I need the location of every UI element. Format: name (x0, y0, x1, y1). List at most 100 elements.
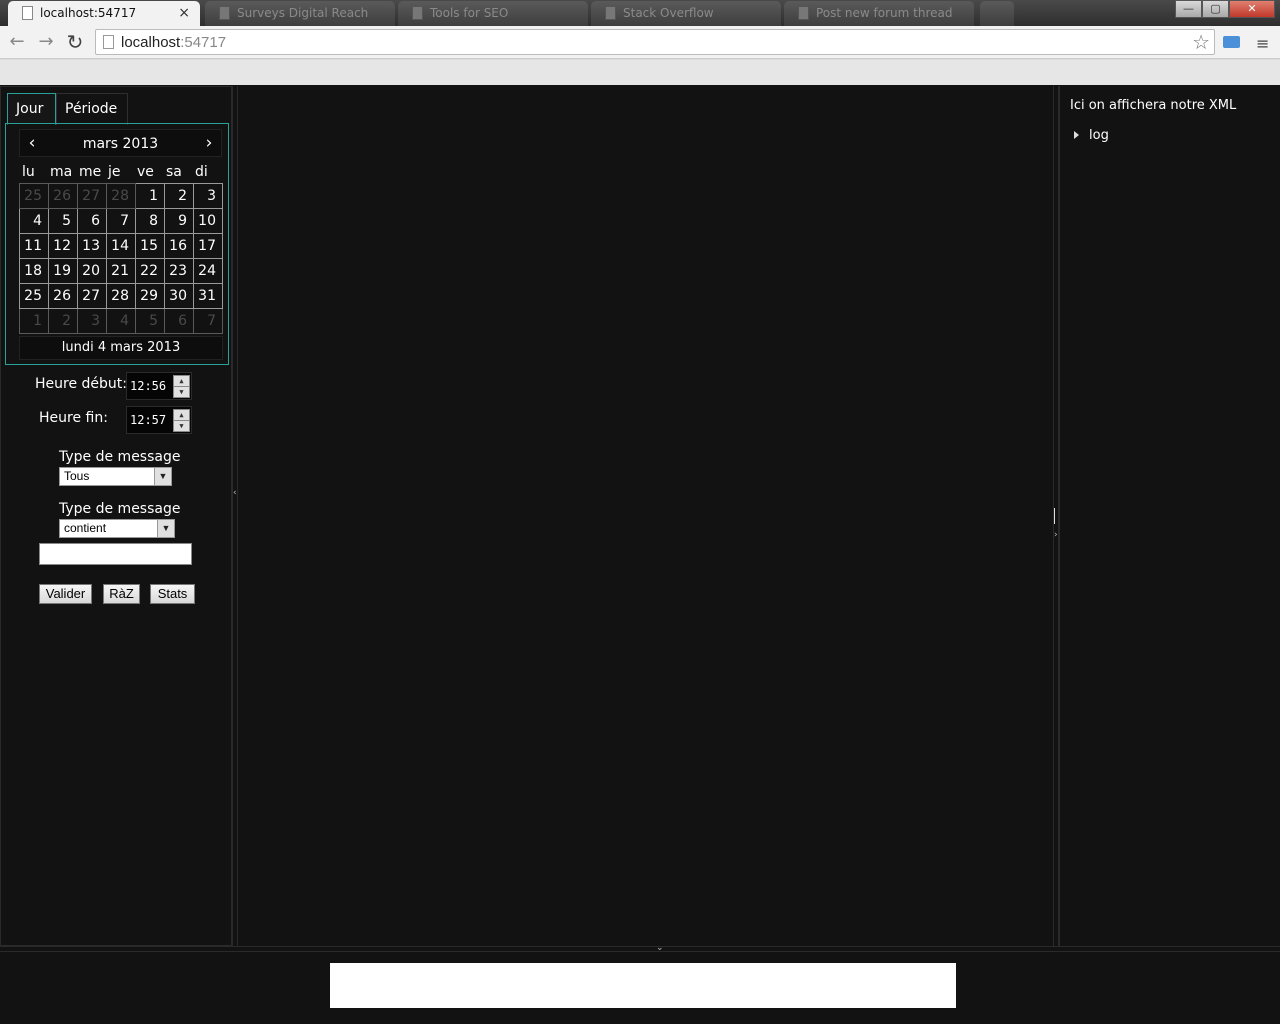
spin-down-icon[interactable]: ▼ (174, 387, 189, 398)
browser-toolbar: ← → ↻ localhost:54717 ☆ (0, 26, 1280, 59)
calendar-day[interactable]: 31 (193, 283, 223, 309)
calendar-day[interactable]: 25 (19, 283, 49, 309)
calendar-day[interactable]: 11 (19, 233, 49, 259)
browser-tab-active[interactable]: localhost:54717 × (8, 1, 200, 26)
extension-icon[interactable] (1223, 36, 1240, 48)
select-value: Tous (64, 469, 90, 483)
raz-button[interactable]: RàZ (103, 584, 140, 604)
heure-fin-label: Heure fin: (39, 410, 108, 426)
calendar-day[interactable]: 21 (106, 258, 136, 284)
page-icon (798, 6, 809, 20)
tab-title: Tools for SEO (430, 6, 509, 20)
main-content (238, 86, 1054, 946)
calendar-day[interactable]: 15 (135, 233, 165, 259)
window-controls: — ▢ ✕ (1175, 0, 1275, 19)
calendar-day[interactable]: 2 (48, 308, 78, 334)
calendar-day[interactable]: 6 (77, 208, 107, 234)
chevron-left-icon[interactable]: ‹ (233, 488, 237, 498)
calendar-day[interactable]: 13 (77, 233, 107, 259)
spin-up-icon[interactable]: ▲ (174, 376, 189, 387)
close-icon[interactable]: × (178, 1, 190, 25)
calendar-day[interactable]: 12 (48, 233, 78, 259)
calendar-day[interactable]: 23 (164, 258, 194, 284)
calendar-day[interactable]: 17 (193, 233, 223, 259)
calendar-day[interactable]: 7 (193, 308, 223, 334)
calendar-day[interactable]: 19 (48, 258, 78, 284)
time-spinner[interactable]: ▲ ▼ (173, 375, 190, 398)
calendar-day[interactable]: 27 (77, 283, 107, 309)
calendar-day[interactable]: 24 (193, 258, 223, 284)
reload-icon[interactable]: ↻ (63, 30, 87, 54)
tab-title: Surveys Digital Reach (237, 6, 369, 20)
calendar-day[interactable]: 7 (106, 208, 136, 234)
address-bar[interactable]: localhost:54717 ☆ (95, 29, 1215, 55)
back-icon[interactable]: ← (5, 30, 29, 54)
calendar-day[interactable]: 26 (48, 283, 78, 309)
calendar-day[interactable]: 8 (135, 208, 165, 234)
calendar-day[interactable]: 1 (135, 183, 165, 209)
calendar-day[interactable]: 16 (164, 233, 194, 259)
chevron-down-icon[interactable]: ▼ (157, 520, 174, 537)
maximize-button[interactable]: ▢ (1202, 0, 1229, 18)
calendar-day[interactable]: 4 (106, 308, 136, 334)
calendar-day[interactable]: 30 (164, 283, 194, 309)
tree-node-log[interactable]: log (1074, 128, 1109, 143)
valider-button[interactable]: Valider (39, 584, 92, 604)
menu-icon[interactable]: ≡ (1256, 34, 1269, 53)
calendar-day[interactable]: 1 (19, 308, 49, 334)
date-mode-tabs: Jour Période (7, 93, 231, 125)
calendar-day[interactable]: 22 (135, 258, 165, 284)
time-spinner[interactable]: ▲ ▼ (173, 409, 190, 432)
calendar-day[interactable]: 3 (77, 308, 107, 334)
calendar-day[interactable]: 27 (77, 183, 107, 209)
browser-tab[interactable]: Tools for SEO (398, 1, 588, 26)
calendar-day[interactable]: 5 (48, 208, 78, 234)
calendar-day[interactable]: 10 (193, 208, 223, 234)
bookmark-bar (0, 60, 1280, 85)
spin-down-icon[interactable]: ▼ (174, 421, 189, 432)
filter-mode-select[interactable]: contient ▼ (59, 519, 175, 538)
calendar-day[interactable]: 2 (164, 183, 194, 209)
stats-button[interactable]: Stats (150, 584, 195, 604)
window-close-button[interactable]: ✕ (1229, 0, 1275, 18)
calendar-day[interactable]: 6 (164, 308, 194, 334)
calendar-day[interactable]: 26 (48, 183, 78, 209)
calendar-day[interactable]: 4 (19, 208, 49, 234)
forward-icon[interactable]: → (34, 30, 58, 54)
browser-tab[interactable]: Post new forum thread (784, 1, 974, 26)
left-pane: Jour Période ‹ mars 2013 › lu ma me je v… (0, 86, 232, 946)
calendar-day[interactable]: 25 (19, 183, 49, 209)
weekday-label: ma (50, 164, 73, 180)
chevron-right-icon[interactable]: › (199, 133, 219, 153)
right-pane: Ici on affichera notre XML log (1059, 86, 1280, 946)
bookmark-star-icon[interactable]: ☆ (1192, 30, 1210, 54)
calendar-week-row: 11 12 13 14 15 16 17 (19, 233, 223, 259)
browser-tab[interactable]: Stack Overflow (591, 1, 781, 26)
tab-periode[interactable]: Période (56, 93, 128, 125)
tab-strip: localhost:54717 × Surveys Digital Reach … (0, 0, 1280, 26)
search-input[interactable] (39, 543, 192, 565)
calendar-day[interactable]: 20 (77, 258, 107, 284)
chevron-down-icon[interactable]: ▼ (154, 468, 171, 485)
bottom-output-box (330, 963, 956, 1008)
calendar-day[interactable]: 28 (106, 183, 136, 209)
app-root: Jour Période ‹ mars 2013 › lu ma me je v… (0, 86, 1280, 1024)
calendar-day[interactable]: 5 (135, 308, 165, 334)
calendar-day[interactable]: 14 (106, 233, 136, 259)
selected-date: lundi 4 mars 2013 (19, 336, 223, 360)
calendar-day[interactable]: 18 (19, 258, 49, 284)
type-message-select[interactable]: Tous ▼ (59, 467, 172, 486)
calendar-day[interactable]: 9 (164, 208, 194, 234)
new-tab-button[interactable] (980, 1, 1014, 26)
chevron-right-icon[interactable]: › (1054, 530, 1058, 540)
heure-fin-input[interactable]: 12:57 ▲ ▼ (126, 406, 192, 434)
calendar-day[interactable]: 3 (193, 183, 223, 209)
minimize-button[interactable]: — (1175, 0, 1202, 18)
spin-up-icon[interactable]: ▲ (174, 410, 189, 421)
calendar-day[interactable]: 29 (135, 283, 165, 309)
heure-debut-input[interactable]: 12:56 ▲ ▼ (126, 372, 192, 400)
calendar-day[interactable]: 28 (106, 283, 136, 309)
browser-tab[interactable]: Surveys Digital Reach (205, 1, 395, 26)
tab-jour[interactable]: Jour (7, 93, 56, 125)
expand-caret-icon[interactable] (1074, 131, 1079, 139)
